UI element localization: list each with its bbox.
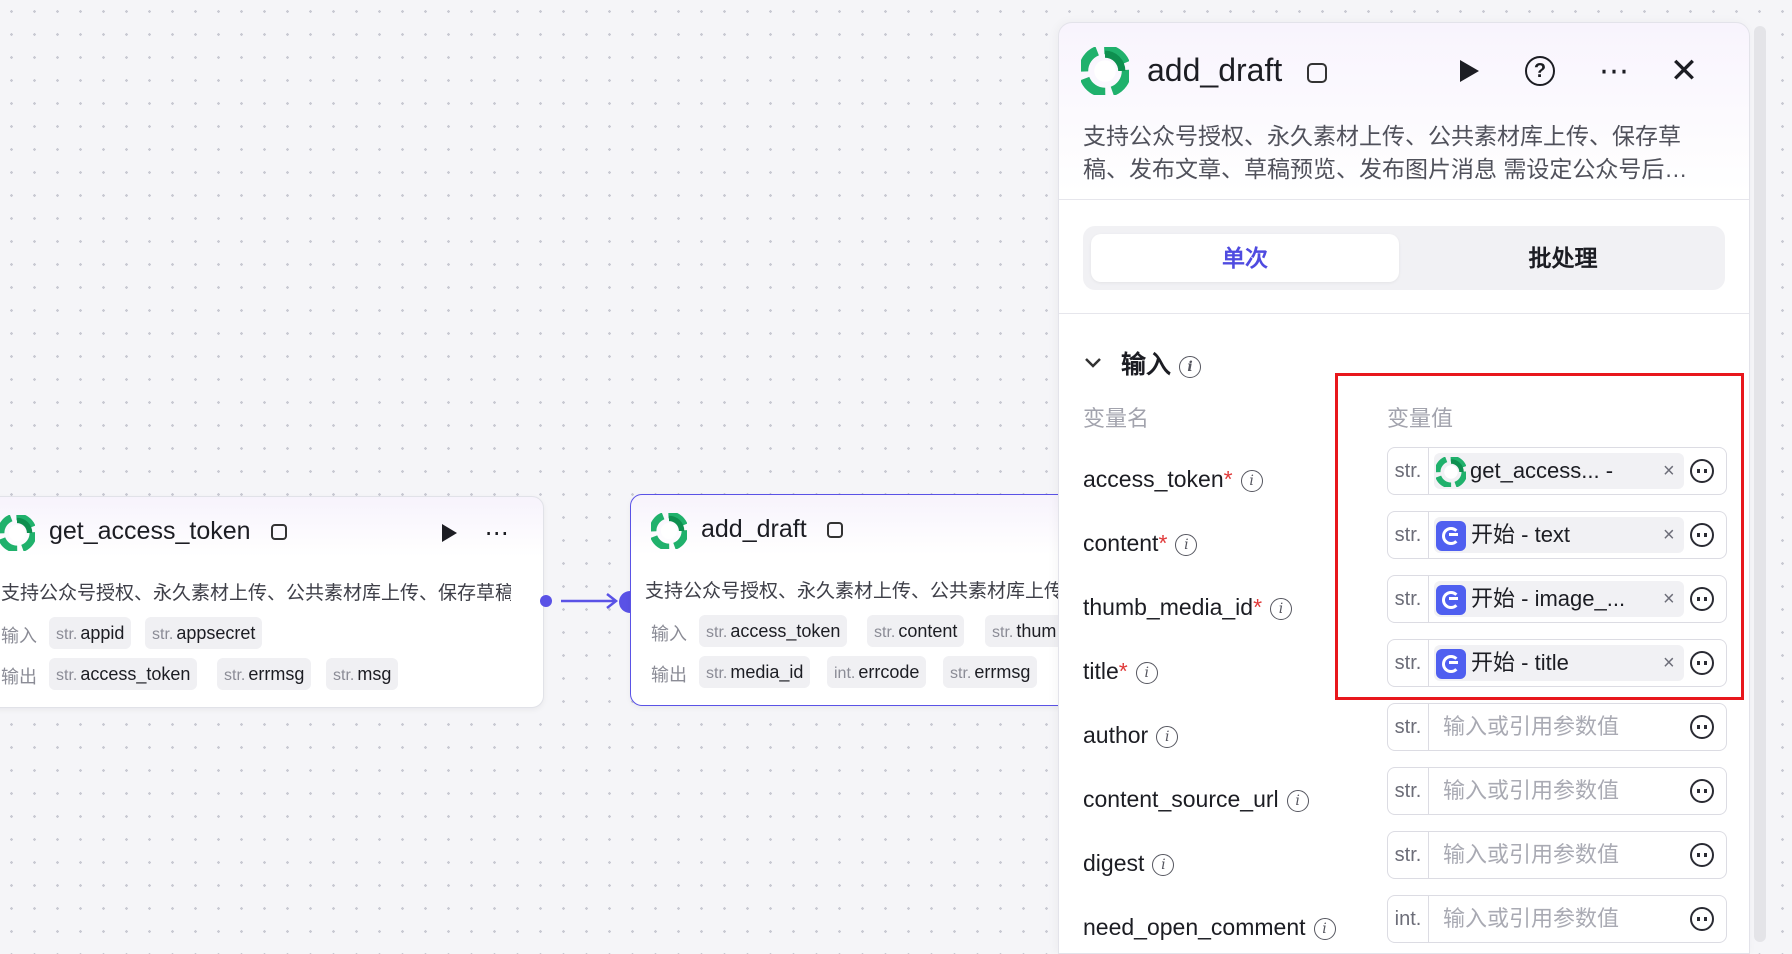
reference-icon[interactable]	[1690, 779, 1714, 803]
output-row-label: 输出	[1, 667, 37, 687]
more-icon[interactable]: ⋯	[1594, 53, 1634, 89]
node-badge-icon	[271, 524, 287, 540]
param-name: digest i	[1083, 850, 1175, 877]
panel-description-line1: 支持公众号授权、永久素材上传、公共素材库上传、保存草	[1083, 123, 1681, 149]
info-icon[interactable]: i	[1135, 662, 1158, 684]
close-icon[interactable]: ✕	[1666, 52, 1702, 90]
output-tag: str. msg	[326, 658, 399, 690]
highlight-box	[1335, 373, 1744, 700]
tab-single[interactable]: 单次	[1091, 234, 1399, 282]
info-icon[interactable]: i	[1156, 726, 1179, 748]
node-description: 支持公众号授权、永久素材上传、公共素材库上传	[645, 581, 1064, 602]
param-name: need_open_comment i	[1083, 914, 1336, 941]
plugin-logo-icon	[0, 515, 35, 551]
mode-switch: 单次 批处理	[1083, 226, 1725, 290]
param-input[interactable]: 输入或引用参数值	[1443, 704, 1619, 750]
node-add-draft[interactable]: add_draft 支持公众号授权、永久素材上传、公共素材库上传 输入 str.…	[630, 494, 1112, 706]
edge-connector	[540, 591, 641, 613]
input-row-label: 输入	[1, 626, 37, 646]
title-badge-icon	[1307, 63, 1327, 83]
output-row-label: 输出	[651, 665, 687, 685]
type-label: int.	[1388, 896, 1429, 942]
param-name: author i	[1083, 722, 1179, 749]
run-icon[interactable]	[435, 519, 463, 547]
node-get-access-token[interactable]: get_access_token ⋯ 支持公众号授权、永久素材上传、公共素材库上…	[0, 496, 544, 708]
param-name: content_source_url i	[1083, 786, 1309, 813]
node-badge-icon	[827, 522, 843, 538]
input-row-label: 输入	[651, 624, 687, 644]
input-tag: str. content	[867, 615, 965, 647]
output-tag: str. errmsg	[217, 658, 312, 690]
panel-title[interactable]: add_draft	[1147, 52, 1282, 89]
info-icon[interactable]: i	[1240, 470, 1263, 492]
run-icon[interactable]	[1451, 53, 1487, 89]
param-value-field[interactable]: str. 输入或引用参数值	[1387, 831, 1727, 879]
help-icon[interactable]: ?	[1522, 53, 1558, 89]
type-label: str.	[1388, 704, 1429, 750]
col-header-name: 变量名	[1083, 406, 1150, 431]
param-value-field[interactable]: str. 输入或引用参数值	[1387, 703, 1727, 751]
param-input[interactable]: 输入或引用参数值	[1443, 832, 1619, 878]
input-tag: str. appid	[49, 617, 132, 649]
info-icon[interactable]: i	[1152, 854, 1175, 876]
divider	[1059, 313, 1749, 314]
param-input[interactable]: 输入或引用参数值	[1443, 896, 1619, 942]
info-icon[interactable]: i	[1286, 790, 1309, 812]
plugin-logo-icon	[1081, 47, 1129, 95]
node-description: 支持公众号授权、永久素材上传、公共素材库上传、保存草稿…	[1, 583, 511, 604]
info-icon[interactable]: i	[1175, 534, 1198, 556]
output-tag: str. access_token	[49, 658, 198, 690]
param-name: thumb_media_id* i	[1083, 594, 1293, 621]
output-tag: str. errmsg	[943, 656, 1038, 688]
divider	[1059, 199, 1749, 200]
reference-icon[interactable]	[1690, 843, 1714, 867]
reference-icon[interactable]	[1690, 907, 1714, 931]
input-tag: str. access_token	[699, 615, 848, 647]
output-tag: int. errcode	[827, 656, 927, 688]
type-label: str.	[1388, 832, 1429, 878]
param-name: title* i	[1083, 658, 1158, 685]
chevron-down-icon[interactable]	[1081, 351, 1105, 375]
more-icon[interactable]: ⋯	[479, 519, 515, 547]
type-label: str.	[1388, 768, 1429, 814]
info-icon[interactable]: i	[1270, 598, 1293, 620]
info-icon[interactable]: i	[1313, 918, 1336, 940]
param-name: content* i	[1083, 530, 1198, 557]
panel-scrollbar[interactable]	[1754, 26, 1766, 942]
plugin-logo-icon	[651, 513, 687, 549]
section-title: 输入 i	[1121, 345, 1202, 381]
node-title: add_draft	[701, 515, 807, 543]
reference-icon[interactable]	[1690, 715, 1714, 739]
param-input[interactable]: 输入或引用参数值	[1443, 768, 1619, 814]
tab-batch[interactable]: 批处理	[1409, 234, 1717, 282]
output-tag: str. media_id	[699, 656, 811, 688]
info-icon[interactable]: i	[1179, 356, 1202, 378]
param-name: access_token* i	[1083, 466, 1263, 493]
node-title: get_access_token	[49, 517, 251, 545]
param-value-field[interactable]: int. 输入或引用参数值	[1387, 895, 1727, 943]
panel-description-line2: 稿、发布文章、草稿预览、发布图片消息 需设定公众号后…	[1083, 156, 1688, 182]
input-tag: str. appsecret	[145, 617, 263, 649]
input-tag: str. thum	[985, 615, 1064, 647]
param-value-field[interactable]: str. 输入或引用参数值	[1387, 767, 1727, 815]
